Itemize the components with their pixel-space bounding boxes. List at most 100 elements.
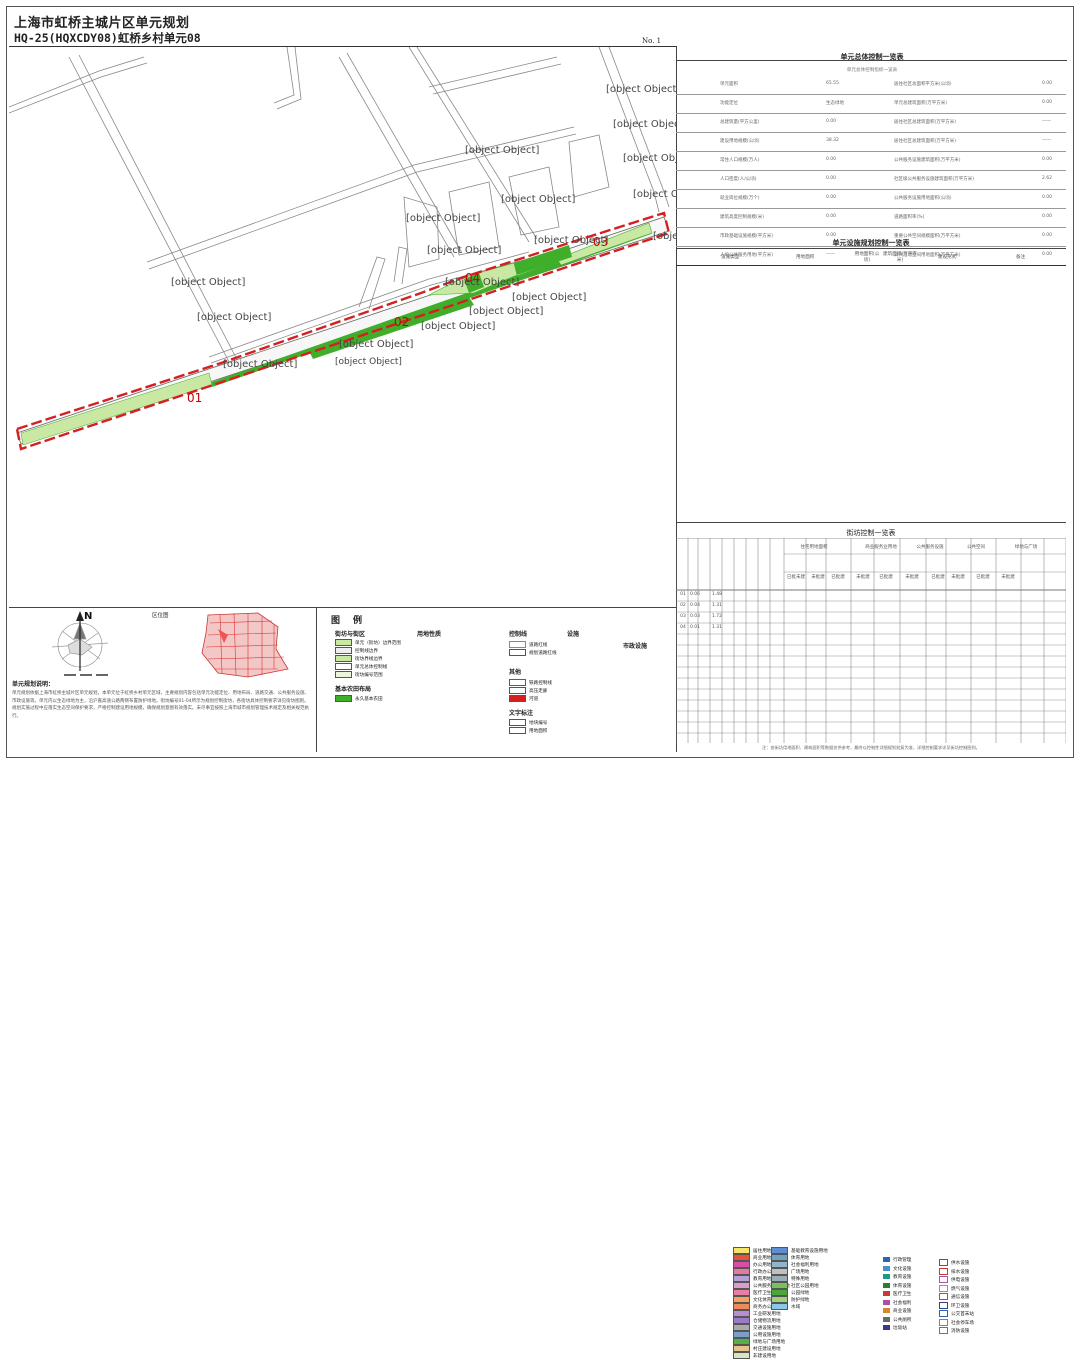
legend-head-controls: 控制线 (509, 631, 528, 638)
facility-col-area: 用地面积 (796, 255, 815, 260)
map-frame: 01 02 03 04 [object Object] [object Obje… (9, 46, 677, 608)
block-row-cell: 0.06 (689, 592, 701, 597)
road-label: [object Object] (633, 189, 676, 200)
facility-icon (883, 1257, 890, 1262)
facility-table-title: 单元设施规划控制一览表 (832, 239, 910, 247)
legend-swatch (733, 1296, 750, 1303)
legend-swatch (771, 1296, 788, 1303)
overall-table-cell: 65.55 (826, 81, 839, 86)
legend-item: 单元（街坊）边界范围 (335, 639, 401, 647)
legend-head-district: 街坊与街区 (335, 631, 366, 638)
legend-swatch (733, 1310, 750, 1317)
legend-swatch (733, 1289, 750, 1296)
overall-table-cell: 0.00 (1042, 100, 1053, 105)
parcel-label-02: 02 (394, 315, 409, 329)
road-label: [object Object] (623, 153, 676, 164)
road-outline (393, 246, 408, 285)
road-outline (9, 62, 148, 114)
block-outline (403, 196, 440, 268)
road-label: [object Object] (445, 277, 519, 288)
overall-table-cell: 0.00 (826, 214, 837, 219)
road-label: [object Object] (223, 359, 297, 370)
facility-icon (939, 1293, 948, 1300)
legend-item: 教育设施 (883, 1274, 911, 1281)
overall-table-row: 建筑高度控制规模(米) 0.00 道路面积率(%) 0.00 (676, 207, 1066, 228)
facility-col-area-ha: 用地面积(公顷) (854, 252, 880, 263)
facility-icon (883, 1291, 890, 1296)
block-row-cell: 1.31 (711, 625, 723, 630)
legend-item: 公共厕所 (883, 1316, 911, 1324)
facility-icon (939, 1318, 948, 1326)
facility-icon (883, 1265, 890, 1271)
road-label: [object Object] (534, 235, 608, 246)
legend-item: 单元总体控制线 (335, 663, 387, 671)
block-row-cell: 0.04 (689, 603, 701, 608)
block-sub-header: 未批建 (905, 575, 919, 580)
legend-head-facilities: 设施 (567, 631, 580, 638)
road-label: [object Object] (653, 231, 676, 242)
overall-table-cell: 0.00 (1042, 214, 1053, 219)
overall-table-cell: 居住社区总面积平方米(公顷) (894, 82, 952, 87)
overall-table-cell: 功能定位 (720, 101, 738, 106)
legend-swatch (771, 1254, 788, 1261)
facility-icon (939, 1327, 948, 1334)
legend-item: 铁路控制线 (509, 679, 552, 687)
legend-item: 环卫设施 (939, 1301, 969, 1310)
overall-table-cell: 居住社区总建筑面积(万平方米) (894, 120, 957, 125)
road-outline (273, 47, 295, 104)
overall-table-cell: 道路面积率(%) (894, 215, 925, 220)
overall-table-cell: 常住人口规模(万人) (720, 158, 760, 163)
block-row-cell: 0.03 (689, 614, 701, 619)
road-outline (78, 54, 246, 376)
overall-table-row: 建设用地规模(公顷) 38.32 居住社区总建筑面积(万平方米) —— (676, 131, 1066, 152)
block-row-cell: 0.01 (689, 625, 701, 630)
overall-table-cell: 0.00 (826, 176, 837, 181)
location-inset: 区位图 (148, 609, 313, 679)
legend-item: 河道 (509, 695, 538, 703)
legend-item: 道路红线 (509, 641, 547, 649)
facility-icon (939, 1267, 948, 1275)
land-use-map: 01 02 03 04 [object Object] [object Obje… (9, 47, 676, 451)
road-label: [object Object] (339, 339, 413, 350)
road-outline (68, 56, 238, 378)
legend-item: 地块编号 (509, 719, 547, 727)
legend-head-landuse: 用地性质 (417, 631, 442, 638)
north-compass: N (51, 611, 112, 676)
block-outline (568, 134, 610, 198)
overall-table-cell: 人口密度(人/公顷) (720, 177, 757, 182)
location-inset-label: 区位图 (152, 613, 169, 619)
legend-swatch (771, 1247, 788, 1254)
overall-table-cell: 0.00 (826, 119, 837, 124)
road-labels: [object Object] [object Object] [object … (171, 84, 676, 370)
legend-swatch (509, 719, 526, 726)
overall-table-cell: 38.32 (826, 138, 839, 143)
legend-swatch (335, 655, 352, 662)
legend-swatch (733, 1282, 750, 1289)
legend-swatch (733, 1317, 750, 1324)
legend-item: 燃气设施 (939, 1284, 969, 1293)
sheet-number: No. 1 (642, 37, 662, 45)
legend-swatch (733, 1303, 750, 1310)
block-group-header: 绿地与广场 (1014, 545, 1038, 550)
legend-swatch (509, 687, 526, 694)
facility-icon (939, 1259, 948, 1266)
facility-icon (883, 1299, 890, 1305)
overall-table-cell: 就业岗位规模(万个) (720, 196, 760, 201)
plan-title: 上海市虹桥主城片区单元规划 (14, 16, 190, 31)
legend-swatch (509, 641, 526, 648)
legend-swatch (771, 1275, 788, 1282)
overall-table-row: 总建筑量(平方公里) 0.00 居住社区总建筑面积(万平方米) —— (676, 112, 1066, 133)
legend-swatch (771, 1282, 788, 1289)
road-label: [object Object] (512, 292, 586, 303)
legend-swatch (733, 1247, 750, 1254)
legend-item: 供电设施 (939, 1276, 969, 1284)
legend-item: 排水设施 (939, 1267, 969, 1276)
overall-table-cell: 0.00 (1042, 157, 1053, 162)
block-sub-header: 已批未建 (787, 575, 805, 580)
road-outline (428, 56, 558, 88)
legend-item: 文化设施 (883, 1265, 911, 1273)
overall-table-subtitle: 单元总体控制指标一览表 (846, 68, 898, 73)
road-outline (358, 256, 386, 310)
overall-table-cell: 0.00 (1042, 81, 1053, 86)
facility-table-header: 设施类型 用地面积 用地面积(公顷) 建筑面积(万平方米) 建设形式 备注 (676, 249, 1066, 266)
